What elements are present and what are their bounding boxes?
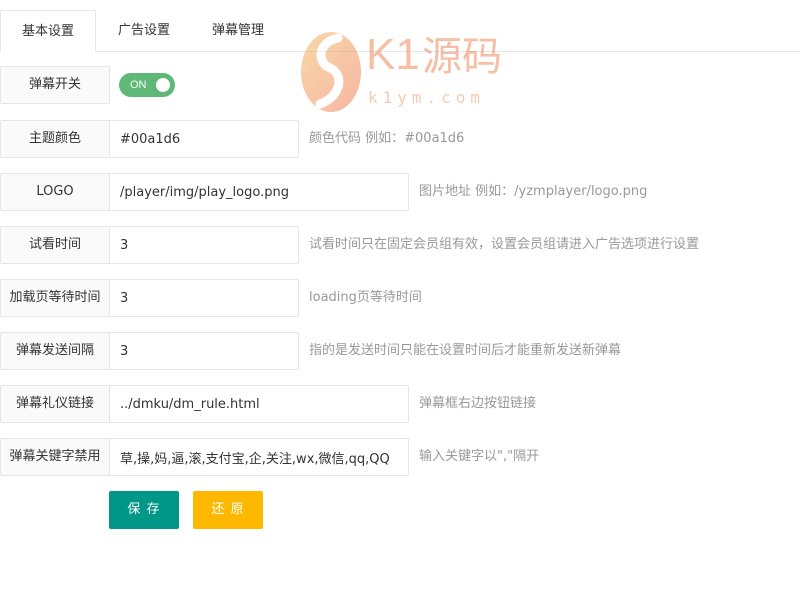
etiquette-link-input[interactable] xyxy=(109,385,409,423)
etiquette-link-hint: 弹幕框右边按钮链接 xyxy=(419,396,537,411)
save-button[interactable]: 保 存 xyxy=(109,491,179,529)
loading-wait-input[interactable] xyxy=(109,279,299,317)
toggle-state-text: ON xyxy=(130,79,147,91)
watermark-emblem-icon xyxy=(301,32,361,112)
send-interval-label: 弹幕发送间隔 xyxy=(0,332,110,370)
theme-color-label: 主题颜色 xyxy=(0,120,110,158)
banned-keywords-label: 弹幕关键字禁用 xyxy=(0,438,110,476)
reset-button[interactable]: 还 原 xyxy=(193,491,263,529)
banned-keywords-hint: 输入关键字以","隔开 xyxy=(419,449,540,464)
logo-hint: 图片地址 例如：/yzmplayer/logo.png xyxy=(419,184,648,199)
danmaku-switch-toggle[interactable]: ON xyxy=(119,73,175,97)
form-row-banned-keywords: 弹幕关键字禁用 输入关键字以","隔开 xyxy=(0,438,800,476)
theme-color-hint: 颜色代码 例如：#00a1d6 xyxy=(309,131,465,146)
toggle-knob xyxy=(156,78,170,92)
logo-url-input[interactable] xyxy=(109,173,409,211)
etiquette-link-label: 弹幕礼仪链接 xyxy=(0,385,110,423)
danmaku-switch-label: 弹幕开关 xyxy=(0,66,110,104)
watermark-brand-han: 源码 xyxy=(422,34,502,80)
logo-label: LOGO xyxy=(0,173,110,211)
form-row-etiquette-link: 弹幕礼仪链接 弹幕框右边按钮链接 xyxy=(0,385,800,423)
send-interval-hint: 指的是发送时间只能在设置时间后才能重新发送新弹幕 xyxy=(309,343,622,358)
watermark-brand-k1: K1 xyxy=(366,30,420,79)
trial-time-hint: 试看时间只在固定会员组有效，设置会员组请进入广告选项进行设置 xyxy=(309,237,700,252)
form-row-loading-wait: 加载页等待时间 loading页等待时间 xyxy=(0,279,800,317)
trial-time-input[interactable] xyxy=(109,226,299,264)
tab-danmaku-management[interactable]: 弹幕管理 xyxy=(192,10,284,52)
tab-ad-settings[interactable]: 广告设置 xyxy=(96,10,192,52)
form-row-send-interval: 弹幕发送间隔 指的是发送时间只能在设置时间后才能重新发送新弹幕 xyxy=(0,332,800,370)
form-row-trial-time: 试看时间 试看时间只在固定会员组有效，设置会员组请进入广告选项进行设置 xyxy=(0,226,800,264)
trial-time-label: 试看时间 xyxy=(0,226,110,264)
send-interval-input[interactable] xyxy=(109,332,299,370)
form-row-logo: LOGO 图片地址 例如：/yzmplayer/logo.png xyxy=(0,173,800,211)
tab-basic-settings[interactable]: 基本设置 xyxy=(0,10,96,52)
watermark-logo: K1 源码 k1ym.com xyxy=(298,26,508,116)
watermark-url: k1ym.com xyxy=(368,88,486,107)
banned-keywords-input[interactable] xyxy=(109,438,409,476)
theme-color-input[interactable] xyxy=(109,120,299,158)
loading-wait-label: 加载页等待时间 xyxy=(0,279,110,317)
form-row-theme-color: 主题颜色 颜色代码 例如：#00a1d6 xyxy=(0,120,800,158)
loading-wait-hint: loading页等待时间 xyxy=(309,290,422,305)
